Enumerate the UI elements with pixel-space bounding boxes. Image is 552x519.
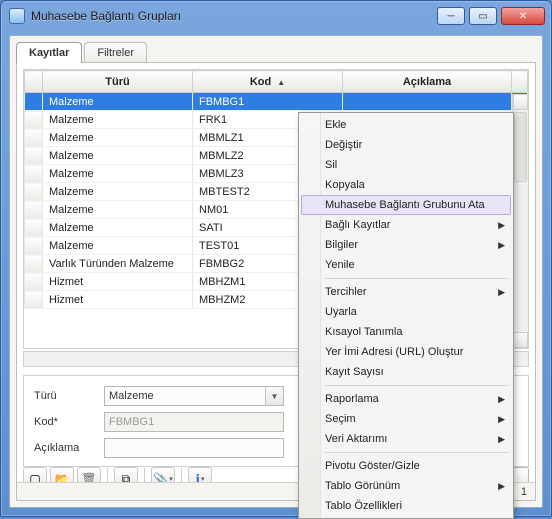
code-label: Kod* (34, 416, 104, 428)
col-code[interactable]: Kod (193, 71, 343, 93)
scroll-thumb[interactable] (514, 112, 527, 182)
col-type[interactable]: Türü (43, 71, 193, 93)
cell-type[interactable]: Malzeme (43, 165, 193, 183)
row-header[interactable] (25, 93, 43, 111)
scroll-down-icon[interactable] (513, 332, 528, 348)
close-window-button[interactable]: ✕ (501, 7, 545, 25)
row-header[interactable] (25, 165, 43, 183)
menu-tableview[interactable]: Tablo Görünüm▶ (301, 476, 511, 496)
menu-warn[interactable]: Uyarla (301, 302, 511, 322)
tab-records[interactable]: Kayıtlar (16, 42, 82, 63)
rowheader-corner[interactable] (25, 71, 43, 93)
cell-type[interactable]: Malzeme (43, 147, 193, 165)
row-header[interactable] (25, 237, 43, 255)
desc-label: Açıklama (34, 442, 104, 454)
menu-separator (325, 385, 509, 386)
cell-code[interactable]: FBMBG1 (193, 93, 343, 111)
menu-selection[interactable]: Seçim▶ (301, 409, 511, 429)
menu-edit[interactable]: Değiştir (301, 135, 511, 155)
cell-type[interactable]: Malzeme (43, 201, 193, 219)
row-header[interactable] (25, 201, 43, 219)
menu-separator (325, 452, 509, 453)
menu-info[interactable]: Bilgiler▶ (301, 235, 511, 255)
context-menu: Ekle Değiştir Sil Kopyala Muhasebe Bağla… (298, 112, 514, 519)
submenu-arrow-icon: ▶ (498, 434, 505, 445)
menu-related-records[interactable]: Bağlı Kayıtlar▶ (301, 215, 511, 235)
type-label: Türü (34, 390, 104, 402)
app-window: Muhasebe Bağlantı Grupları ─ ▭ ✕ Kayıtla… (0, 0, 552, 517)
maximize-button[interactable]: ▭ (469, 7, 497, 25)
menu-transfer[interactable]: Veri Aktarımı▶ (301, 429, 511, 449)
tab-filters[interactable]: Filtreler (84, 42, 147, 63)
menu-add[interactable]: Ekle (301, 115, 511, 135)
menu-copy[interactable]: Kopyala (301, 175, 511, 195)
tabstrip: Kayıtlar Filtreler (16, 42, 149, 63)
vertical-scrollbar[interactable] (512, 94, 528, 348)
type-value: Malzeme (109, 390, 154, 402)
row-header[interactable] (25, 147, 43, 165)
app-icon (9, 8, 25, 24)
cell-type[interactable]: Hizmet (43, 273, 193, 291)
menu-reporting[interactable]: Raporlama▶ (301, 389, 511, 409)
submenu-arrow-icon: ▶ (498, 287, 505, 298)
menu-prefs[interactable]: Tercihler▶ (301, 282, 511, 302)
menu-assign-group[interactable]: Muhasebe Bağlantı Grubunu Ata (301, 195, 511, 215)
col-desc[interactable]: Açıklama (343, 71, 512, 93)
row-header[interactable] (25, 255, 43, 273)
cell-type[interactable]: Malzeme (43, 219, 193, 237)
cell-type[interactable]: Malzeme (43, 183, 193, 201)
menu-pivot[interactable]: Pivotu Göster/Gizle (301, 456, 511, 476)
cell-type[interactable]: Malzeme (43, 111, 193, 129)
client-area: Kayıtlar Filtreler Türü Kod Açıklama (9, 35, 543, 508)
cell-desc[interactable] (343, 93, 512, 111)
status-page: 1 (512, 486, 535, 498)
window-title: Muhasebe Bağlantı Grupları (31, 9, 437, 23)
scroll-up-icon[interactable] (513, 94, 528, 110)
row-header[interactable] (25, 273, 43, 291)
menu-bookmark[interactable]: Yer İmi Adresi (URL) Oluştur (301, 342, 511, 362)
menu-separator (325, 278, 509, 279)
code-value: FBMBG1 (109, 416, 154, 428)
desc-field[interactable] (104, 438, 284, 458)
cell-type[interactable]: Hizmet (43, 291, 193, 309)
row-header[interactable] (25, 291, 43, 309)
titlebar[interactable]: Muhasebe Bağlantı Grupları ─ ▭ ✕ (1, 1, 551, 31)
type-combo[interactable]: Malzeme ▼ (104, 386, 284, 406)
chevron-down-icon[interactable]: ▼ (265, 387, 283, 405)
cell-type[interactable]: Malzeme (43, 129, 193, 147)
menu-count[interactable]: Kayıt Sayısı (301, 362, 511, 382)
menu-tableprops[interactable]: Tablo Özellikleri (301, 496, 511, 516)
table-row[interactable]: MalzemeFBMBG1 (25, 93, 528, 111)
submenu-arrow-icon: ▶ (498, 220, 505, 231)
minimize-button[interactable]: ─ (437, 7, 465, 25)
row-header[interactable] (25, 129, 43, 147)
submenu-arrow-icon: ▶ (498, 481, 505, 492)
submenu-arrow-icon: ▶ (498, 414, 505, 425)
row-header[interactable] (25, 111, 43, 129)
submenu-arrow-icon: ▶ (498, 394, 505, 405)
code-field[interactable]: FBMBG1 (104, 412, 284, 432)
row-header[interactable] (25, 219, 43, 237)
menu-refresh[interactable]: Yenile (301, 255, 511, 275)
cell-type[interactable]: Varlık Türünden Malzeme (43, 255, 193, 273)
menu-delete[interactable]: Sil (301, 155, 511, 175)
submenu-arrow-icon: ▶ (498, 240, 505, 251)
menu-shortcut[interactable]: Kısayol Tanımla (301, 322, 511, 342)
scroll-corner (512, 71, 528, 93)
row-header[interactable] (25, 183, 43, 201)
cell-type[interactable]: Malzeme (43, 93, 193, 111)
cell-type[interactable]: Malzeme (43, 237, 193, 255)
